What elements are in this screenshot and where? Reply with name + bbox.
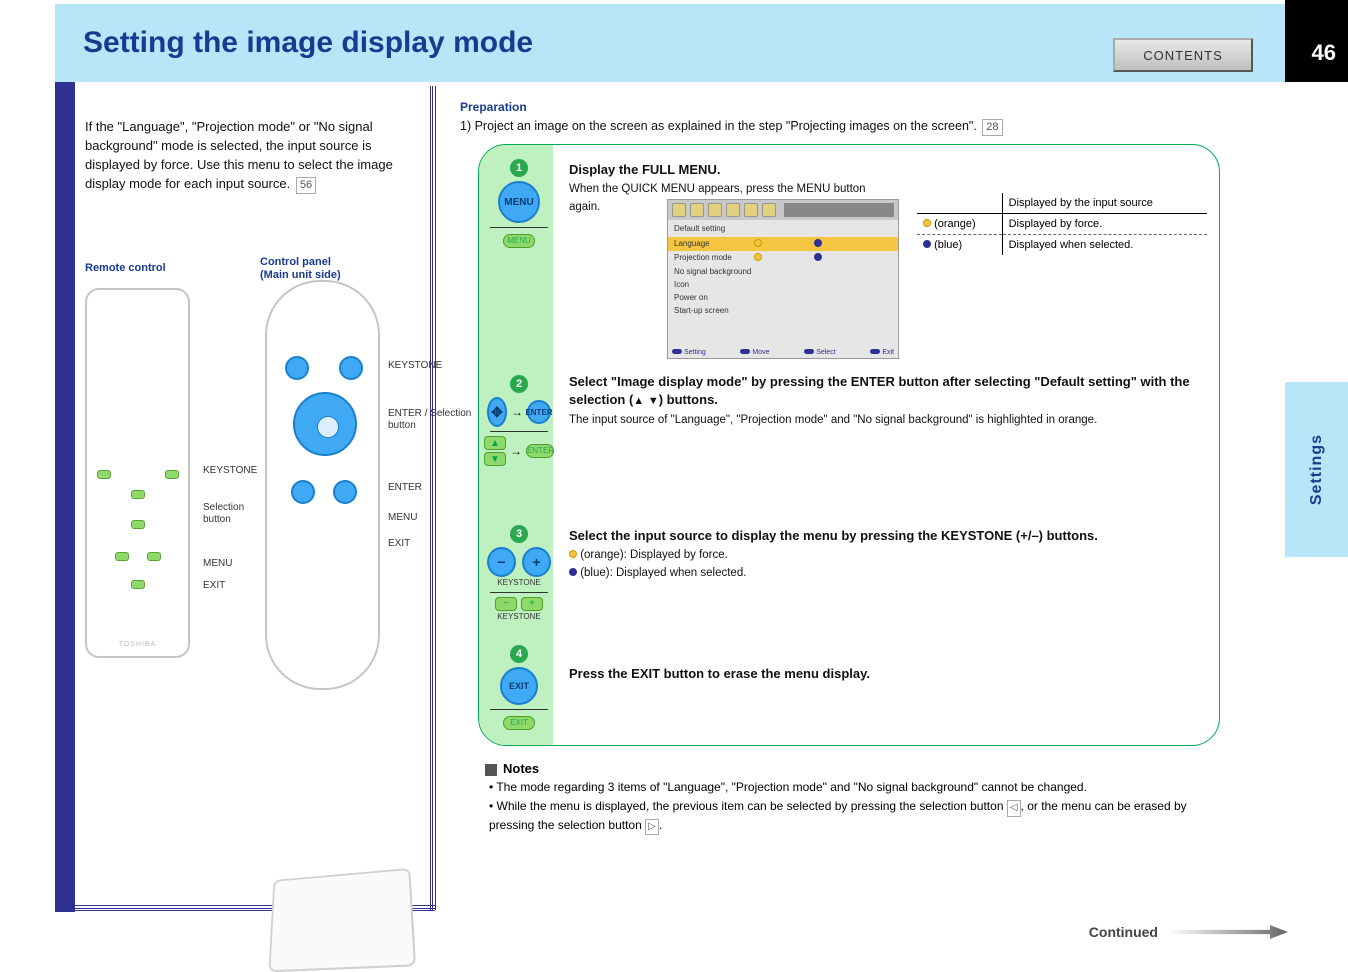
step-3-keystone-label-top: KEYSTONE [487, 579, 551, 588]
step-2-enter-green: ENTER [526, 444, 554, 458]
notes-icon [485, 764, 497, 776]
step-1-number: 1 [510, 159, 528, 177]
callout-keystone2: KEYSTONE [388, 360, 442, 372]
side-tab[interactable]: Settings [1285, 382, 1348, 557]
step-4-number: 4 [510, 645, 528, 663]
osd-row: Icon [668, 278, 898, 291]
osd-tabs [668, 200, 898, 220]
page-number: 46 [1312, 40, 1336, 66]
step-2-enter-blue: ENTER [527, 400, 551, 424]
panel-keystone-minus [285, 356, 309, 380]
note-item-2: • While the menu is displayed, the previ… [489, 798, 1215, 835]
panel-enter [333, 480, 357, 504]
preparation-text: 1) Project an image on the screen as exp… [460, 118, 1290, 136]
panel-outline [265, 280, 380, 690]
callout-keystone: KEYSTONE [203, 465, 257, 477]
remote-enter [147, 552, 161, 561]
callout-enter-sel: ENTER / Selection button [388, 408, 471, 432]
osd-row: Language [668, 237, 898, 251]
continued-arrow-icon [1168, 925, 1288, 939]
panel-dpad [293, 392, 357, 456]
step-1-menu-button-blue: MENU [498, 181, 540, 223]
panel-keystone-plus [339, 356, 363, 380]
step-1-menu-button-green: MENU [503, 234, 535, 248]
remote-keystone-plus [165, 470, 179, 479]
panel-menu [291, 480, 315, 504]
right-arrow-icon: ▷ [645, 819, 659, 836]
header-banner: Setting the image display mode [55, 4, 1285, 82]
step-4-text: Press the EXIT button to erase the menu … [569, 665, 1199, 683]
step-3-minus-green: − [495, 597, 517, 611]
callout-menu2: MENU [388, 512, 417, 524]
remote-sel-up [131, 490, 145, 499]
osd-screenshot: Default setting Language Projection mode… [667, 199, 899, 359]
step-3-controls: 3 − + KEYSTONE − + KEYSTONE [487, 525, 551, 622]
step-4-exit-green: EXIT [503, 716, 535, 730]
left-accent-bar [55, 82, 75, 912]
preparation-label: Preparation [460, 100, 1290, 114]
step-3-plus-blue: + [522, 547, 551, 577]
up-triangle-icon: ▲ [633, 395, 644, 407]
step-1-controls: 1 MENU MENU [487, 159, 551, 248]
contents-button[interactable]: CONTENTS [1113, 38, 1253, 72]
page-title: Setting the image display mode [83, 26, 533, 60]
down-triangle-icon: ▼ [648, 395, 659, 407]
remote-exit [131, 580, 145, 589]
remote-sel-down [131, 520, 145, 529]
remote-label: Remote control [85, 262, 166, 275]
page-ref-28[interactable]: 28 [982, 119, 1002, 136]
step-2-number: 2 [510, 375, 528, 393]
left-column: If the "Language", "Projection mode" or … [85, 105, 420, 207]
step-4-exit-blue: EXIT [500, 667, 538, 705]
instruction-box: 1 MENU MENU Display the FULL MENU. When … [478, 144, 1220, 746]
step-2-dpad-blue: ✥ [487, 397, 507, 427]
osd-row: Projection mode [668, 251, 898, 265]
device-illustrations: Remote control Control panel (Main unit … [85, 280, 405, 840]
osd-row: Start-up screen [668, 304, 898, 317]
legend-table: Displayed by the input source (orange)Di… [917, 193, 1207, 255]
step-3-minus-blue: − [487, 547, 516, 577]
callout-exit: EXIT [203, 580, 225, 592]
remote-keystone-minus [97, 470, 111, 479]
left-arrow-icon: ◁ [1007, 800, 1021, 817]
osd-row: No signal background [668, 265, 898, 278]
step-4-controls: 4 EXIT EXIT [487, 645, 551, 730]
step-3-plus-green: + [521, 597, 543, 611]
remote-outline: TOSHIBA [85, 288, 190, 658]
projector-outline [268, 868, 416, 972]
notes-section: Notes • The mode regarding 3 items of "L… [485, 760, 1215, 837]
panel-label: Control panel (Main unit side) [260, 256, 341, 282]
step-2-up-green: ▲ [484, 436, 506, 450]
osd-bottom-bar: Setting Move Select Exit [672, 349, 894, 356]
callout-menu: MENU [203, 558, 232, 570]
right-column: Preparation 1) Project an image on the s… [460, 100, 1290, 142]
step-3-keystone-label-bot: KEYSTONE [487, 613, 551, 622]
step-2-text: Select "Image display mode" by pressing … [569, 373, 1199, 428]
brand-text: TOSHIBA [87, 641, 188, 648]
osd-row: Power on [668, 291, 898, 304]
notes-title: Notes [503, 761, 539, 776]
step-3-text: Select the input source to display the m… [569, 527, 1199, 582]
note-item-1: • The mode regarding 3 items of "Languag… [489, 779, 1215, 796]
callout-exit2: EXIT [388, 538, 410, 550]
remote-menu [115, 552, 129, 561]
intro-paragraph: If the "Language", "Projection mode" or … [85, 118, 420, 194]
step-2-down-green: ▼ [484, 452, 506, 466]
step-2-controls: 2 ✥ → ENTER ▲ ▼ → ENTER [487, 375, 551, 466]
step-3-number: 3 [510, 525, 528, 543]
column-divider [430, 86, 436, 910]
callout-selection: Selection button [203, 502, 244, 526]
osd-category: Default setting [668, 220, 898, 237]
continued-indicator: Continued [1089, 924, 1288, 940]
page-ref-56[interactable]: 56 [296, 177, 316, 195]
side-tab-label: Settings [1308, 434, 1326, 505]
callout-enter2: ENTER [388, 482, 422, 494]
